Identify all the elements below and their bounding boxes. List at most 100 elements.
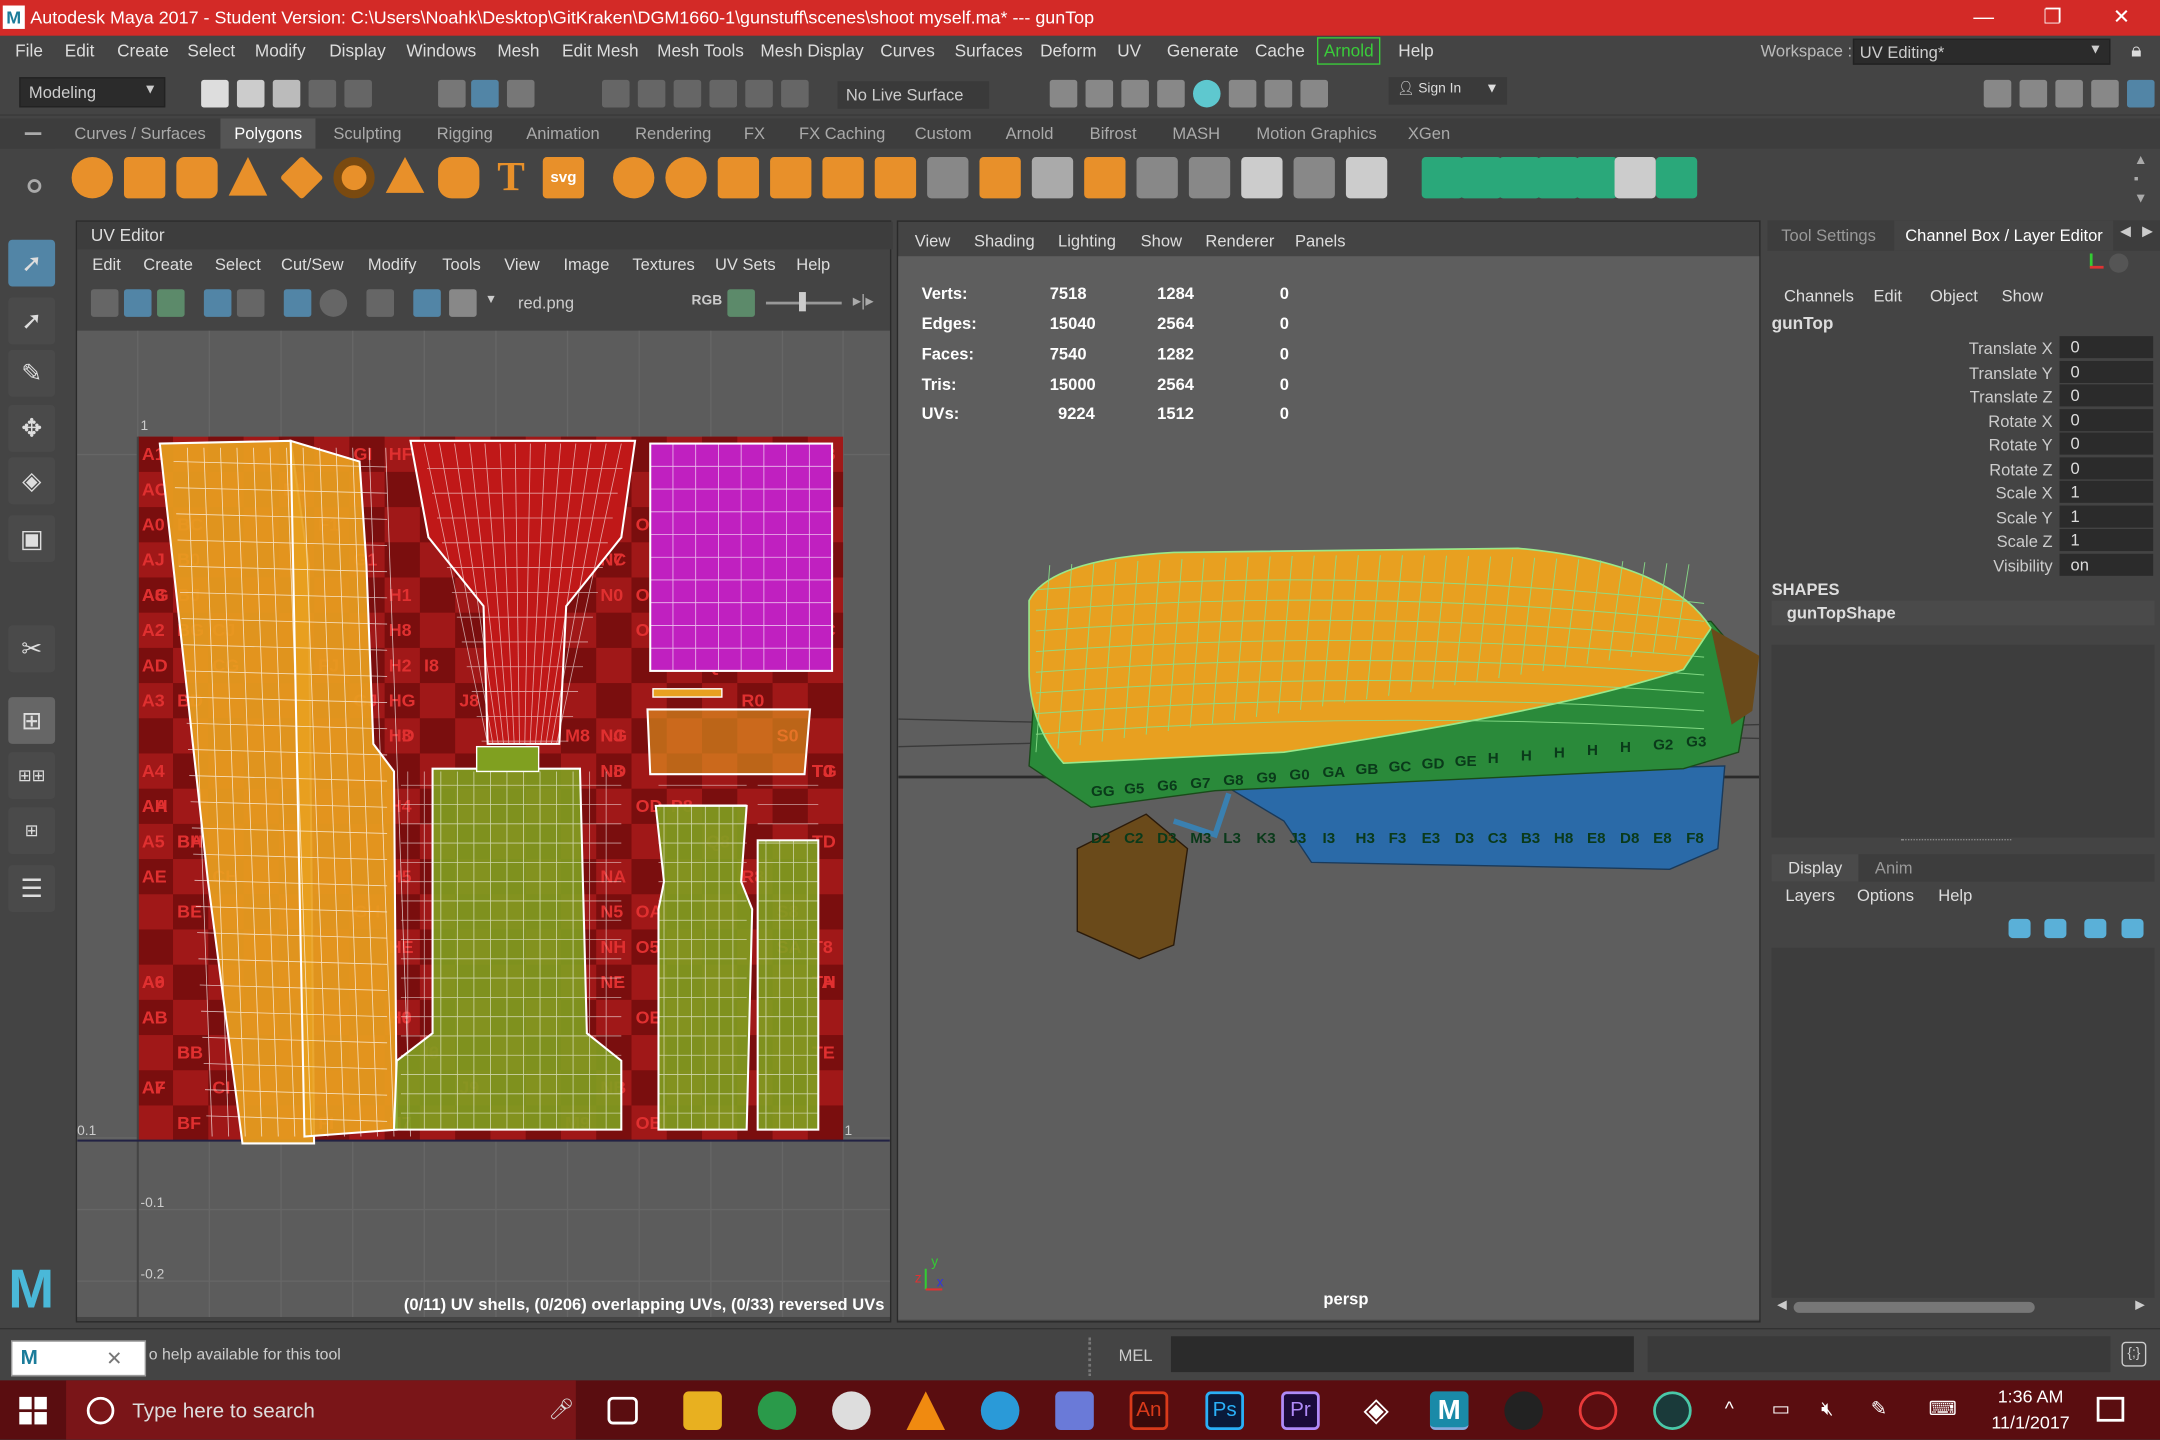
- layer-menu-layers[interactable]: Layers: [1785, 886, 1835, 905]
- minimize-button[interactable]: —: [1956, 4, 2011, 32]
- clock-time[interactable]: 1:36 AM: [1989, 1386, 2072, 1407]
- animate-icon[interactable]: An: [1129, 1391, 1169, 1430]
- uv-shell-neck-green[interactable]: [475, 745, 540, 773]
- uv-distortion-icon[interactable]: [157, 289, 185, 317]
- lock-icon[interactable]: 🔒︎: [2131, 39, 2141, 62]
- menu-modify[interactable]: Modify: [255, 41, 306, 60]
- notification-center-icon[interactable]: [2096, 1396, 2125, 1422]
- tab-arnold[interactable]: Arnold: [1006, 124, 1054, 143]
- menu-arnold[interactable]: Arnold: [1316, 37, 1381, 65]
- arnold-render-icon[interactable]: [1228, 79, 1257, 108]
- uv-menu-modify[interactable]: Modify: [368, 255, 417, 274]
- uv-image-ratio-icon[interactable]: [283, 289, 312, 317]
- menu-windows[interactable]: Windows: [406, 41, 476, 60]
- open-scene-icon[interactable]: [236, 79, 265, 108]
- poly-torus-icon[interactable]: [333, 157, 375, 199]
- menu-surfaces[interactable]: Surfaces: [955, 41, 1023, 60]
- app-icon-overwatch[interactable]: [1504, 1391, 1543, 1430]
- pause-icon[interactable]: [1300, 79, 1329, 108]
- select-component-icon[interactable]: [506, 79, 535, 108]
- render-icon[interactable]: [1049, 79, 1078, 108]
- uv-image-toggle-icon[interactable]: [413, 289, 441, 317]
- poly-pipe-icon[interactable]: [438, 157, 480, 199]
- undo-icon[interactable]: [308, 79, 337, 108]
- unfold-icon[interactable]: [1655, 157, 1698, 199]
- uv-checker-icon[interactable]: [449, 289, 477, 317]
- scroll-right-icon[interactable]: ▶: [2135, 1298, 2145, 1313]
- vp-menu-shading[interactable]: Shading: [974, 231, 1035, 250]
- volume-icon[interactable]: 🔇︎: [1821, 1397, 1833, 1420]
- snap-vertex-icon[interactable]: [781, 79, 809, 108]
- discord-icon[interactable]: [1055, 1391, 1094, 1430]
- attr-scale-y-label[interactable]: Scale Y: [1777, 508, 2053, 527]
- move-layer-up-icon[interactable]: [2008, 918, 2031, 939]
- menu-select[interactable]: Select: [187, 41, 235, 60]
- smooth-icon[interactable]: [717, 157, 760, 199]
- gitkraken-icon[interactable]: [1653, 1391, 1692, 1430]
- maya-taskbar-icon[interactable]: M: [1429, 1391, 1469, 1430]
- render-view-icon[interactable]: [1085, 79, 1114, 108]
- shelf-menu-icon[interactable]: [24, 132, 42, 136]
- attr-rotate-y-field[interactable]: 0: [2059, 432, 2154, 455]
- tab-sculpting[interactable]: Sculpting: [333, 124, 401, 143]
- uv-menu-select[interactable]: Select: [215, 255, 261, 274]
- attr-visibility-field[interactable]: on: [2059, 553, 2154, 576]
- cb-menu-edit[interactable]: Edit: [1874, 287, 1902, 306]
- planar-map-icon[interactable]: [1421, 157, 1464, 199]
- attr-visibility-label[interactable]: Visibility: [1777, 557, 2052, 576]
- spherical-map-icon[interactable]: [1498, 157, 1541, 199]
- four-view-layout-icon[interactable]: ⊞⊞: [8, 752, 56, 800]
- move-tool-icon[interactable]: ✥: [8, 405, 56, 452]
- save-scene-icon[interactable]: [272, 79, 301, 108]
- vp-menu-lighting[interactable]: Lighting: [1058, 231, 1116, 250]
- tab-fx[interactable]: FX: [744, 124, 765, 143]
- bevel-icon[interactable]: [979, 157, 1021, 199]
- multi-cut-icon[interactable]: [927, 157, 969, 199]
- uv-snapshot-icon[interactable]: [366, 289, 394, 317]
- tab-xgen[interactable]: XGen: [1408, 124, 1450, 143]
- uv-dim-image-icon[interactable]: [319, 289, 348, 317]
- attr-rotate-z-field[interactable]: 0: [2059, 457, 2154, 480]
- uv-menu-textures[interactable]: Textures: [632, 255, 694, 274]
- poly-cube-icon[interactable]: [123, 157, 166, 199]
- uv-shell-strip-green[interactable]: [756, 839, 820, 1131]
- vp-menu-show[interactable]: Show: [1141, 231, 1182, 250]
- merge-icon[interactable]: [1241, 157, 1283, 199]
- cut-uv-icon[interactable]: [1575, 157, 1618, 199]
- taskbar-search-box[interactable]: Type here to search 🎤︎: [66, 1380, 576, 1440]
- tab-custom[interactable]: Custom: [915, 124, 972, 143]
- attr-rotate-x-field[interactable]: 0: [2059, 409, 2154, 432]
- attr-rotate-y-label[interactable]: Rotate Y: [1777, 435, 2053, 454]
- uv-alpha-icon[interactable]: [727, 289, 755, 317]
- tab-rigging[interactable]: Rigging: [437, 124, 493, 143]
- menu-edit-mesh[interactable]: Edit Mesh: [562, 41, 639, 60]
- mode-dropdown[interactable]: Modeling ▼: [19, 77, 166, 108]
- attr-scale-z-field[interactable]: 1: [2059, 528, 2154, 552]
- file-explorer-icon[interactable]: [683, 1391, 722, 1430]
- uv-menu-view[interactable]: View: [504, 255, 540, 274]
- checker-icon[interactable]: [1614, 157, 1656, 199]
- scroll-left-icon[interactable]: ◀: [1777, 1298, 1787, 1313]
- poly-cylinder-icon[interactable]: [176, 157, 218, 199]
- select-tool-icon[interactable]: ➚: [8, 239, 56, 287]
- new-layer-selected-icon[interactable]: [2121, 918, 2144, 939]
- battery-icon[interactable]: ▭: [1772, 1397, 1790, 1420]
- uv-menu-cut-sew[interactable]: Cut/Sew: [281, 255, 343, 274]
- perspective-viewport[interactable]: z y x GG G5 G6 G7 G8 G9 G0 GA GB GC GD GE H H H H H G2 G3 D…: [898, 256, 1760, 1320]
- uv-pixel-snap-icon[interactable]: [236, 289, 265, 317]
- premiere-icon[interactable]: Pr: [1281, 1391, 1320, 1430]
- fill-hole-icon[interactable]: [1136, 157, 1178, 199]
- attr-scale-z-label[interactable]: Scale Z: [1777, 532, 2053, 551]
- attr-scale-x-field[interactable]: 1: [2059, 480, 2154, 503]
- modeling-toolkit-icon[interactable]: [1983, 79, 2012, 108]
- mirror-icon[interactable]: [1084, 157, 1126, 199]
- menu-curves[interactable]: Curves: [880, 41, 935, 60]
- windows-start-icon[interactable]: [19, 1396, 47, 1425]
- uv-menu-uv-sets[interactable]: UV Sets: [715, 255, 776, 274]
- lasso-tool-icon[interactable]: ➚: [8, 297, 56, 345]
- ipr-render-icon[interactable]: [1121, 79, 1149, 108]
- attr-translate-z-field[interactable]: 0: [2059, 384, 2154, 407]
- append-icon[interactable]: [1031, 157, 1074, 199]
- paint-select-tool-icon[interactable]: ✎: [8, 349, 56, 397]
- last-tool-icon[interactable]: ✂: [8, 625, 56, 673]
